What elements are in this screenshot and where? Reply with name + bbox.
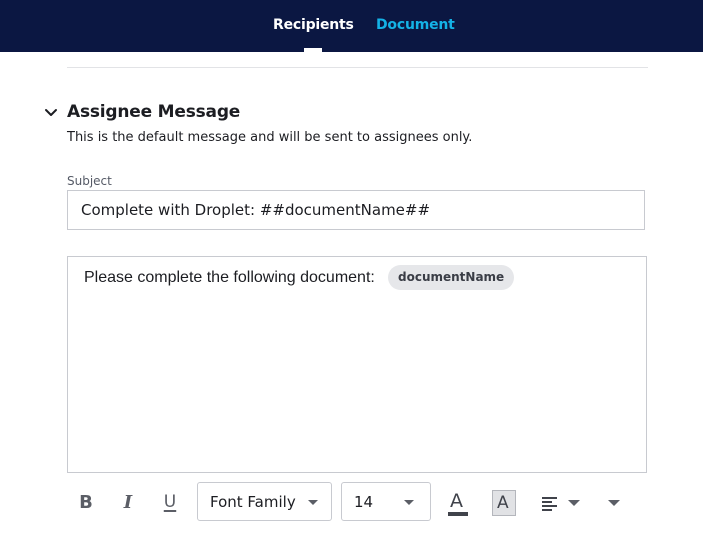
more-options-dropdown[interactable] [604,493,624,513]
section-title: Assignee Message [67,102,241,122]
chevron-down-icon [608,500,620,506]
underline-button[interactable]: U [158,490,182,514]
document-name-token[interactable]: documentName [388,265,515,290]
tab-document[interactable]: Document [376,17,455,33]
chevron-down-icon[interactable] [44,106,58,120]
section-divider [67,67,648,68]
align-left-icon [542,497,557,511]
caret-down-icon [404,500,414,505]
text-color-swatch [448,512,468,516]
section-description: This is the default message and will be … [67,130,473,145]
font-family-select[interactable]: Font Family [197,482,332,521]
align-dropdown[interactable] [540,493,584,513]
subject-input[interactable] [67,190,645,230]
tab-recipients[interactable]: Recipients [273,17,354,33]
font-size-value: 14 [354,493,374,511]
message-editor[interactable]: Please complete the following document: [67,256,647,473]
top-nav-bar: Recipients Document [0,0,703,52]
background-color-icon: A [497,493,509,513]
text-color-icon: A [450,490,463,512]
bold-button[interactable]: B [74,490,98,514]
background-color-button[interactable]: A [492,490,516,516]
font-size-select[interactable]: 14 [341,482,431,521]
message-body-text: Please complete the following document: [84,269,375,286]
text-color-button[interactable]: A [446,490,470,516]
font-family-value: Font Family [210,493,296,511]
italic-button[interactable]: I [116,490,140,514]
caret-down-icon [568,500,580,506]
caret-down-icon [308,500,318,505]
subject-label: Subject [67,174,112,188]
active-tab-indicator [304,48,322,52]
